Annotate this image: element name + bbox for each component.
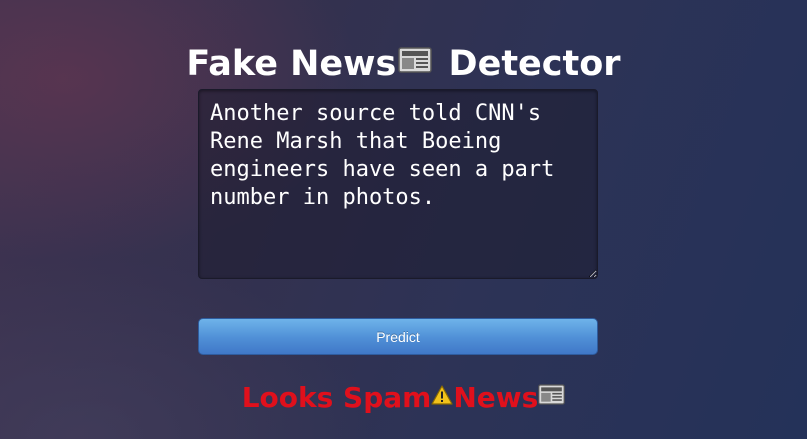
newspaper-icon <box>538 378 566 414</box>
newspaper-icon <box>398 39 433 85</box>
result-text-part1: Looks Spam <box>241 381 432 414</box>
warning-icon <box>431 378 453 414</box>
title-text-part1: Fake News <box>186 44 397 85</box>
title-text-part2: Detector <box>436 44 621 85</box>
page-title: Fake News Detector <box>0 41 807 88</box>
prediction-result: Looks Spam News <box>0 380 807 417</box>
news-text-input[interactable]: Another source told CNN's Rene Marsh tha… <box>198 89 598 279</box>
result-text-part2: News <box>453 381 539 414</box>
predict-button[interactable]: Predict <box>198 318 598 355</box>
